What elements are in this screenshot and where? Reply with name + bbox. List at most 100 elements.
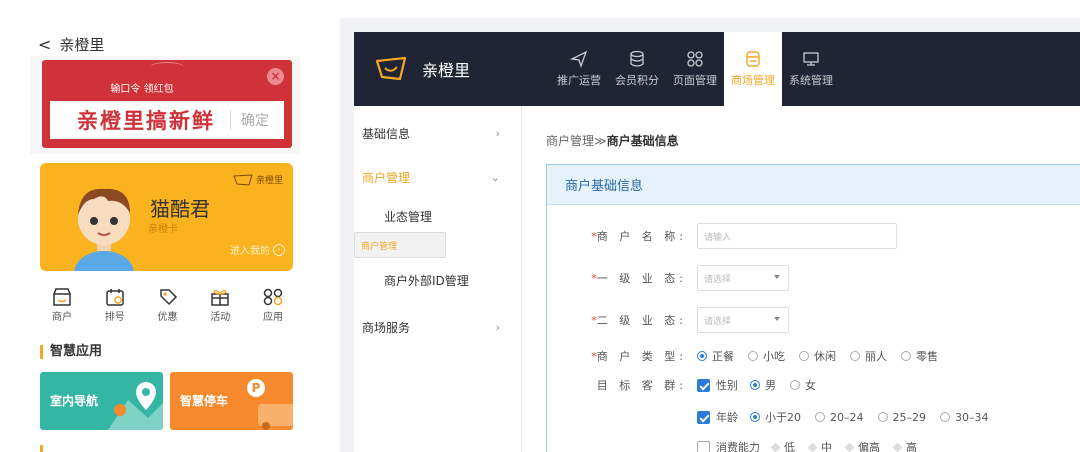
tab-label: 推广运营 xyxy=(557,74,601,87)
checkbox-label: 年龄 xyxy=(716,411,738,424)
quick-link-activity[interactable]: 活动 xyxy=(198,288,242,323)
radio-age-20-24[interactable]: 20–24 xyxy=(815,411,864,424)
member-card[interactable]: 猫酷君 亲橙卡 亲橙里 进入我的 › xyxy=(40,163,293,271)
field-label: *商 户 类 型: xyxy=(547,348,697,364)
tab-label: 会员积分 xyxy=(615,74,659,87)
spend-option-high-ish[interactable]: 偏高 xyxy=(844,439,880,452)
section-title: 智慧应用 xyxy=(40,345,102,359)
breadcrumb-parent[interactable]: 商户管理≫ xyxy=(546,134,607,148)
sidebar-item-merchant-management[interactable]: 商户管理 ⌄ xyxy=(354,160,522,194)
sidebar-item-label: 商户管理 xyxy=(362,170,411,185)
checkbox-spending-power[interactable]: 消费能力 xyxy=(697,439,760,452)
level2-format-select[interactable]: 请选择 xyxy=(697,307,789,333)
quick-link-apps[interactable]: 应用 xyxy=(251,288,295,323)
sidebar-item-basic-info[interactable]: 基础信息 › xyxy=(354,116,522,150)
phone-title: 亲橙里 xyxy=(59,36,105,54)
member-enter-link[interactable]: 进入我的 › xyxy=(230,242,285,257)
radio-gender-male[interactable]: 男 xyxy=(750,377,776,393)
quick-link-label: 应用 xyxy=(263,312,283,323)
diamond-icon xyxy=(770,442,781,452)
checkbox-box xyxy=(697,378,710,392)
tab-label: 商场管理 xyxy=(731,74,775,87)
sidebar-item-label: 基础信息 xyxy=(362,126,411,141)
radio-dot xyxy=(815,412,825,422)
tab-label: 系统管理 xyxy=(789,74,833,87)
member-enter-label: 进入我的 xyxy=(230,246,270,257)
spend-option-high[interactable]: 高 xyxy=(892,439,917,452)
merchant-name-input[interactable]: 请输入 xyxy=(697,223,897,249)
spend-option-medium[interactable]: 中 xyxy=(807,439,832,452)
quick-link-coupon[interactable]: 优惠 xyxy=(146,288,190,323)
radio-gender-female[interactable]: 女 xyxy=(790,377,816,393)
radio-dot xyxy=(750,412,760,422)
radio-dot xyxy=(850,351,860,361)
close-icon[interactable]: × xyxy=(267,68,284,85)
radio-type-retail[interactable]: 零售 xyxy=(901,348,938,364)
field-label-text: 商 户 名 称: xyxy=(596,230,687,243)
radio-age-30-34[interactable]: 30–34 xyxy=(940,411,989,424)
gift-icon xyxy=(211,289,229,306)
sidebar-item-label: 商场服务 xyxy=(362,320,411,335)
radio-label: 正餐 xyxy=(712,350,734,363)
chevron-right-icon: › xyxy=(495,320,500,334)
option-label: 低 xyxy=(784,441,795,452)
coupon-icon xyxy=(159,289,177,306)
radio-type-dining[interactable]: 正餐 xyxy=(697,348,734,364)
admin-console: 亲橙里 推广运营 会员积分 页面管理 商场管理 系统管理 基础信息 › 商户管理… xyxy=(340,18,1080,452)
form-row-level1-format: *一 级 业 态: 请选择 xyxy=(547,265,789,291)
radio-dot xyxy=(697,351,707,361)
section-title-partial xyxy=(40,445,100,452)
radio-type-leisure[interactable]: 休闲 xyxy=(799,348,836,364)
merchant-info-panel: 商户基础信息 *商 户 名 称: 请输入 *一 级 业 态: 请选择 *二 级 … xyxy=(546,164,1080,452)
radio-age-25-29[interactable]: 25–29 xyxy=(877,411,926,424)
radio-label: 小于20 xyxy=(765,411,801,424)
parking-icon: P xyxy=(247,379,293,430)
caret-down-icon xyxy=(774,275,780,279)
tab-member-points[interactable]: 会员积分 xyxy=(608,32,666,106)
radio-label: 女 xyxy=(805,379,816,392)
tab-mall-management[interactable]: 商场管理 xyxy=(724,32,782,106)
spending-options: 低 中 偏高 高 xyxy=(770,439,917,452)
radio-type-beauty[interactable]: 丽人 xyxy=(850,348,887,364)
field-label: *一 级 业 态: xyxy=(547,270,697,286)
indoor-nav-tile[interactable]: 室内导航 xyxy=(40,372,163,430)
quick-links: 商户 排号 优惠 活动 应用 xyxy=(40,288,295,323)
panel-title: 商户基础信息 xyxy=(547,165,1080,205)
checkbox-age[interactable]: 年龄 xyxy=(697,409,738,425)
avatar xyxy=(74,188,134,271)
promo-subtitle: 输口令 领红包 xyxy=(110,84,174,95)
brand-logo[interactable]: 亲橙里 xyxy=(374,32,470,106)
option-label: 中 xyxy=(821,441,832,452)
sidebar-item-mall-services[interactable]: 商场服务 › xyxy=(354,310,522,344)
phone-header: < 亲橙里 xyxy=(38,34,104,55)
sidebar-subitem-format-management[interactable]: 业态管理 xyxy=(354,200,522,232)
apps-icon xyxy=(263,288,283,306)
gender-radios: 男 女 xyxy=(750,377,816,393)
tab-promotion[interactable]: 推广运营 xyxy=(550,32,608,106)
tab-page-management[interactable]: 页面管理 xyxy=(666,32,724,106)
radio-age-under-20[interactable]: 小于20 xyxy=(750,409,801,425)
radio-dot xyxy=(790,380,800,390)
tab-system-management[interactable]: 系统管理 xyxy=(782,32,840,106)
member-name: 猫酷君 xyxy=(150,197,210,221)
select-placeholder: 请选择 xyxy=(704,274,732,285)
sidebar-subitem-merchant-management[interactable]: 商户管理 xyxy=(354,232,446,258)
smart-parking-tile[interactable]: 智慧停车 P xyxy=(170,372,293,430)
chevron-left-icon[interactable]: < xyxy=(38,35,51,54)
spend-option-low[interactable]: 低 xyxy=(770,439,795,452)
tile-label: 室内导航 xyxy=(50,394,99,408)
form-row-spending-power: 消费能力 低 中 偏高 高 xyxy=(547,439,917,452)
radio-type-snack[interactable]: 小吃 xyxy=(748,348,785,364)
quick-link-queue[interactable]: 排号 xyxy=(93,288,137,323)
sidebar-subitem-merchant-external-id[interactable]: 商户外部ID管理 xyxy=(354,264,522,296)
checkbox-gender[interactable]: 性别 xyxy=(697,377,738,393)
level1-format-select[interactable]: 请选择 xyxy=(697,265,789,291)
radio-label: 男 xyxy=(765,379,776,392)
quick-link-label: 优惠 xyxy=(157,312,178,323)
promo-confirm-button[interactable]: 确定 xyxy=(231,110,269,130)
age-radios: 小于20 20–24 25–29 30–34 xyxy=(750,409,989,425)
radio-dot xyxy=(750,380,760,390)
brand-name: 亲橙里 xyxy=(422,61,471,80)
field-label: 目 标 客 群: xyxy=(596,379,687,392)
quick-link-shop[interactable]: 商户 xyxy=(40,288,84,323)
